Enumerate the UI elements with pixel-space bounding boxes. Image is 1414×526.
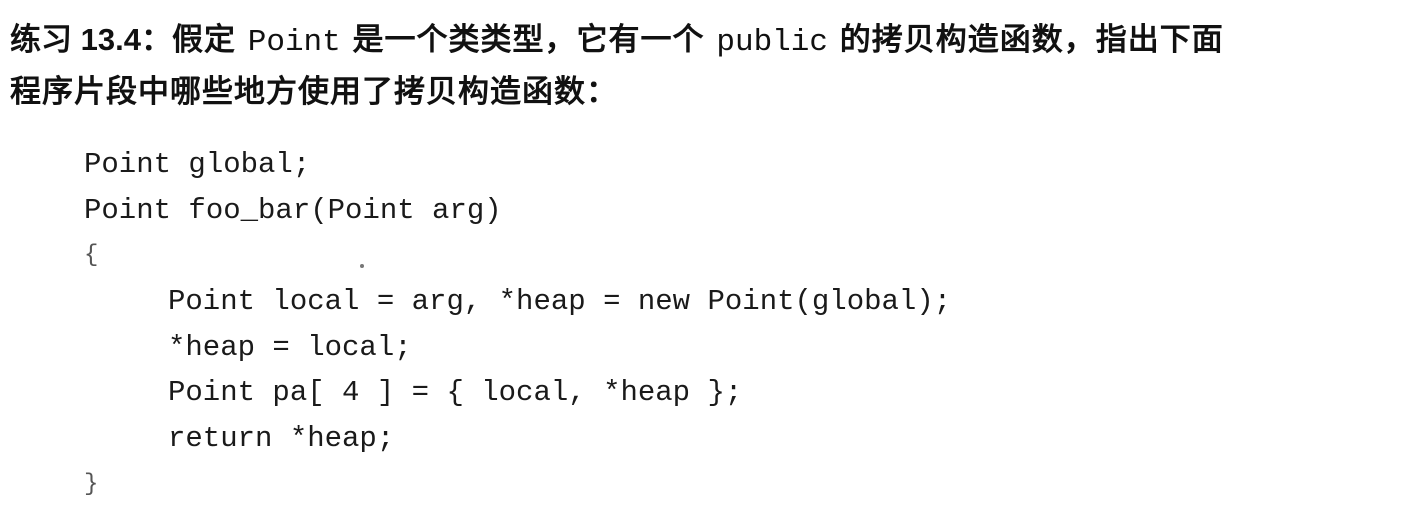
- code-snippet: Point global; Point foo_bar(Point arg) { Po…: [84, 142, 951, 508]
- prompt-text-segment: 的拷贝构造函数，指出下面: [827, 22, 1224, 58]
- code-line-open-brace: {: [84, 242, 99, 270]
- prompt-line-1: 练习 13.4：假定 Point 是一个类类型，它有一个 public 的拷贝构…: [10, 14, 1410, 66]
- exercise-prompt: 练习 13.4：假定 Point 是一个类类型，它有一个 public 的拷贝构…: [10, 14, 1410, 118]
- prompt-text-segment: 是一个类类型，它有一个: [340, 22, 717, 58]
- code-line-heap-assign: *heap = local;: [168, 330, 412, 364]
- code-line-return: return *heap;: [168, 422, 395, 456]
- code-line-local-heap: Point local = arg, *heap = new Point(glo…: [168, 285, 952, 319]
- code-line-array-init: Point pa[ 4 ] = { local, *heap };: [168, 376, 743, 410]
- exercise-number: 练习 13.4：: [10, 22, 172, 57]
- keyword-public: public: [716, 25, 828, 60]
- code-line-global: Point global;: [84, 148, 311, 181]
- type-name-point: Point: [247, 25, 341, 60]
- code-line-function-signature: Point foo_bar(Point arg): [84, 193, 502, 227]
- prompt-text-segment: 假定: [171, 22, 248, 58]
- code-line-close-brace: }: [84, 470, 99, 498]
- prompt-line-2: 程序片段中哪些地方使用了拷贝构造函数：: [10, 74, 618, 110]
